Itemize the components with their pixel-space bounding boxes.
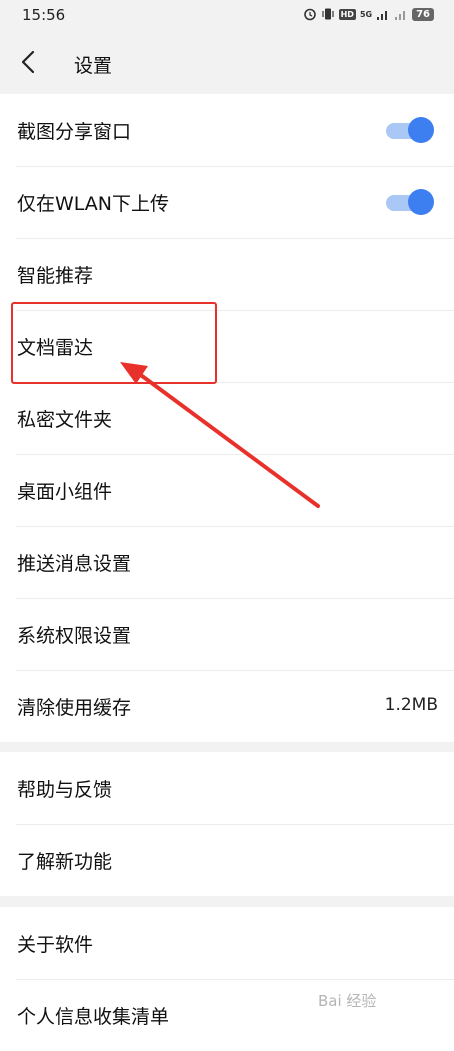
page-title: 设置 [74,55,113,77]
watermark-text: Bai 经验 [318,992,377,1010]
cache-size-value: 1.2MB [384,695,438,715]
setting-label: 系统权限设置 [17,625,132,647]
status-bar: 15:56 HD 5G 76 [0,0,454,30]
vibrate-icon [321,8,334,20]
setting-screenshot-share[interactable]: 截图分享窗口 [0,94,454,166]
setting-label: 截图分享窗口 [17,121,132,143]
setting-system-permission[interactable]: 系统权限设置 [0,598,454,670]
settings-group-help: 帮助与反馈 了解新功能 [0,752,454,896]
signal-icon-2 [395,11,406,20]
battery-level: 76 [412,7,434,21]
toggle-knob [408,189,434,215]
setting-smart-recommend[interactable]: 智能推荐 [0,238,454,310]
setting-label: 私密文件夹 [17,409,113,431]
toggle-knob [408,117,434,143]
setting-label: 智能推荐 [17,265,94,287]
network-label: 5G [359,9,373,19]
setting-label: 关于软件 [17,934,94,956]
alarm-icon [303,8,316,21]
setting-personal-info-list[interactable]: 个人信息收集清单 [0,979,454,1051]
setting-label: 个人信息收集清单 [17,1006,170,1028]
highlight-box [11,302,217,384]
setting-desktop-widget[interactable]: 桌面小组件 [0,454,454,526]
setting-private-folder[interactable]: 私密文件夹 [0,382,454,454]
settings-group-about: 关于软件 个人信息收集清单 [0,907,454,1051]
status-icons: HD 5G 76 [303,7,434,21]
wlan-upload-toggle[interactable] [384,189,434,215]
setting-whats-new[interactable]: 了解新功能 [0,824,454,896]
back-arrow-icon[interactable] [18,50,40,74]
setting-push-notification[interactable]: 推送消息设置 [0,526,454,598]
status-time: 15:56 [22,6,66,24]
screenshot-share-toggle[interactable] [384,117,434,143]
watermark-logo: Bai 经验 [318,990,376,1011]
settings-group-main: 截图分享窗口 仅在WLAN下上传 智能推荐 文档雷达 私密文件夹 桌面小组件 推… [0,94,454,742]
hd-badge: HD [338,8,356,20]
setting-help-feedback[interactable]: 帮助与反馈 [0,752,454,824]
setting-about[interactable]: 关于软件 [0,907,454,979]
setting-label: 仅在WLAN下上传 [17,193,170,215]
signal-icon [377,11,388,20]
setting-label: 推送消息设置 [17,553,132,575]
setting-wlan-upload[interactable]: 仅在WLAN下上传 [0,166,454,238]
setting-label: 了解新功能 [17,851,113,873]
setting-clear-cache[interactable]: 清除使用缓存 1.2MB [0,670,454,742]
top-app-bar: 设置 [0,30,454,94]
setting-label: 帮助与反馈 [17,779,113,801]
setting-label: 清除使用缓存 [17,697,132,719]
setting-label: 桌面小组件 [17,481,113,503]
